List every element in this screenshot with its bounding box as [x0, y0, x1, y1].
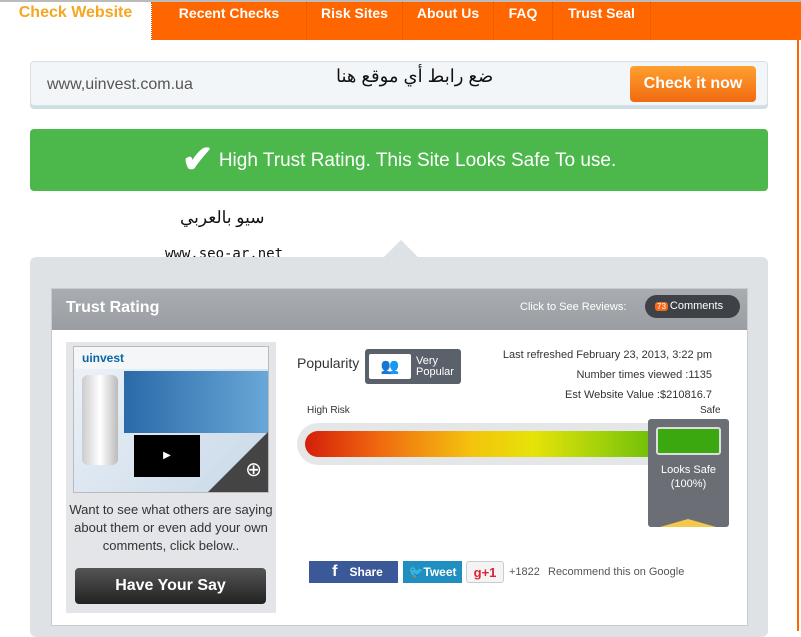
arabic-hint: ضع رابط أي موقع هنا — [336, 66, 494, 86]
trust-banner: ✔ High Trust Rating. This Site Looks Saf… — [30, 129, 768, 191]
rating-label: Looks Safe — [660, 464, 717, 476]
banner-text: High Trust Rating. This Site Looks Safe … — [218, 150, 617, 171]
popularity-label: Popularity — [297, 355, 360, 371]
panel-notch — [384, 240, 418, 257]
google-plus-button[interactable]: g+1 — [466, 561, 504, 583]
card-title: Trust Rating — [66, 299, 160, 316]
tab-about-us[interactable]: About Us — [403, 2, 494, 40]
tab-risk-sites[interactable]: Risk Sites — [307, 2, 403, 40]
google-icon: g — [473, 565, 482, 580]
tab-faq[interactable]: FAQ — [494, 2, 553, 40]
people-icon: 👥 — [369, 354, 411, 379]
twitter-icon: 🐦 — [408, 565, 424, 579]
share-label: Share — [349, 565, 383, 579]
facebook-icon: f — [332, 563, 338, 580]
comments-button[interactable]: 73 Comments — [645, 295, 740, 318]
popularity-badge: 👥 Very Popular — [365, 349, 461, 384]
tweet-button[interactable]: 🐦Tweet — [403, 561, 462, 583]
last-refreshed: Last refreshed February 23, 2013, 3:22 p… — [502, 349, 712, 361]
zoom-icon[interactable]: ⊕ — [245, 457, 262, 482]
facebook-share-button[interactable]: f Share — [309, 561, 398, 583]
have-your-say-button[interactable]: Have Your Say — [75, 568, 266, 604]
gplus-count: +1822 — [509, 566, 540, 578]
play-icon: ▶ — [134, 435, 200, 477]
gplus-label: +1 — [481, 565, 497, 580]
card-header: Trust Rating Click to See Reviews: 73 Com… — [52, 289, 747, 330]
top-nav: Check Website Recent Checks Risk Sites A… — [0, 0, 801, 40]
views-count: Number times viewed :1135 — [576, 369, 712, 381]
watermark-arabic: سيو بالعربي — [180, 208, 265, 227]
popularity-value: Very Popular — [416, 355, 454, 378]
checkmark-icon: ✔ — [181, 139, 214, 181]
scale-high-label: Safe — [700, 405, 721, 416]
website-value: Est Website Value :$210816.7 — [565, 389, 712, 401]
divider — [797, 40, 799, 631]
tab-trust-seal[interactable]: Trust Seal — [553, 2, 651, 40]
comments-label: Comments — [669, 300, 724, 312]
search-bar: www,uinvest.com.ua ضع رابط أي موقع هنا C… — [30, 61, 768, 106]
thumb-logo: uinvest — [82, 351, 125, 365]
rating-indicator: Looks Safe (100%) — [648, 419, 729, 527]
trust-rating-card: Trust Rating Click to See Reviews: 73 Com… — [51, 288, 748, 626]
rating-percent: (100%) — [670, 478, 707, 490]
comment-count-icon: 73 — [655, 302, 668, 311]
scale-low-label: High Risk — [307, 405, 350, 416]
check-it-now-button[interactable]: Check it now — [630, 66, 756, 102]
site-preview-column: uinvest ▶ ⊕ Want to see what others are … — [66, 342, 276, 613]
url-input[interactable]: www,uinvest.com.ua — [47, 76, 193, 94]
tab-recent-checks[interactable]: Recent Checks — [152, 2, 307, 40]
site-thumbnail[interactable]: uinvest ▶ ⊕ — [73, 346, 269, 493]
say-text: Want to see what others are saying about… — [69, 502, 273, 553]
recommend-text: Recommend this on Google — [548, 566, 685, 578]
tweet-label: Tweet — [423, 565, 457, 579]
reviews-label: Click to See Reviews: — [520, 301, 627, 313]
tab-check-website[interactable]: Check Website — [0, 2, 152, 40]
